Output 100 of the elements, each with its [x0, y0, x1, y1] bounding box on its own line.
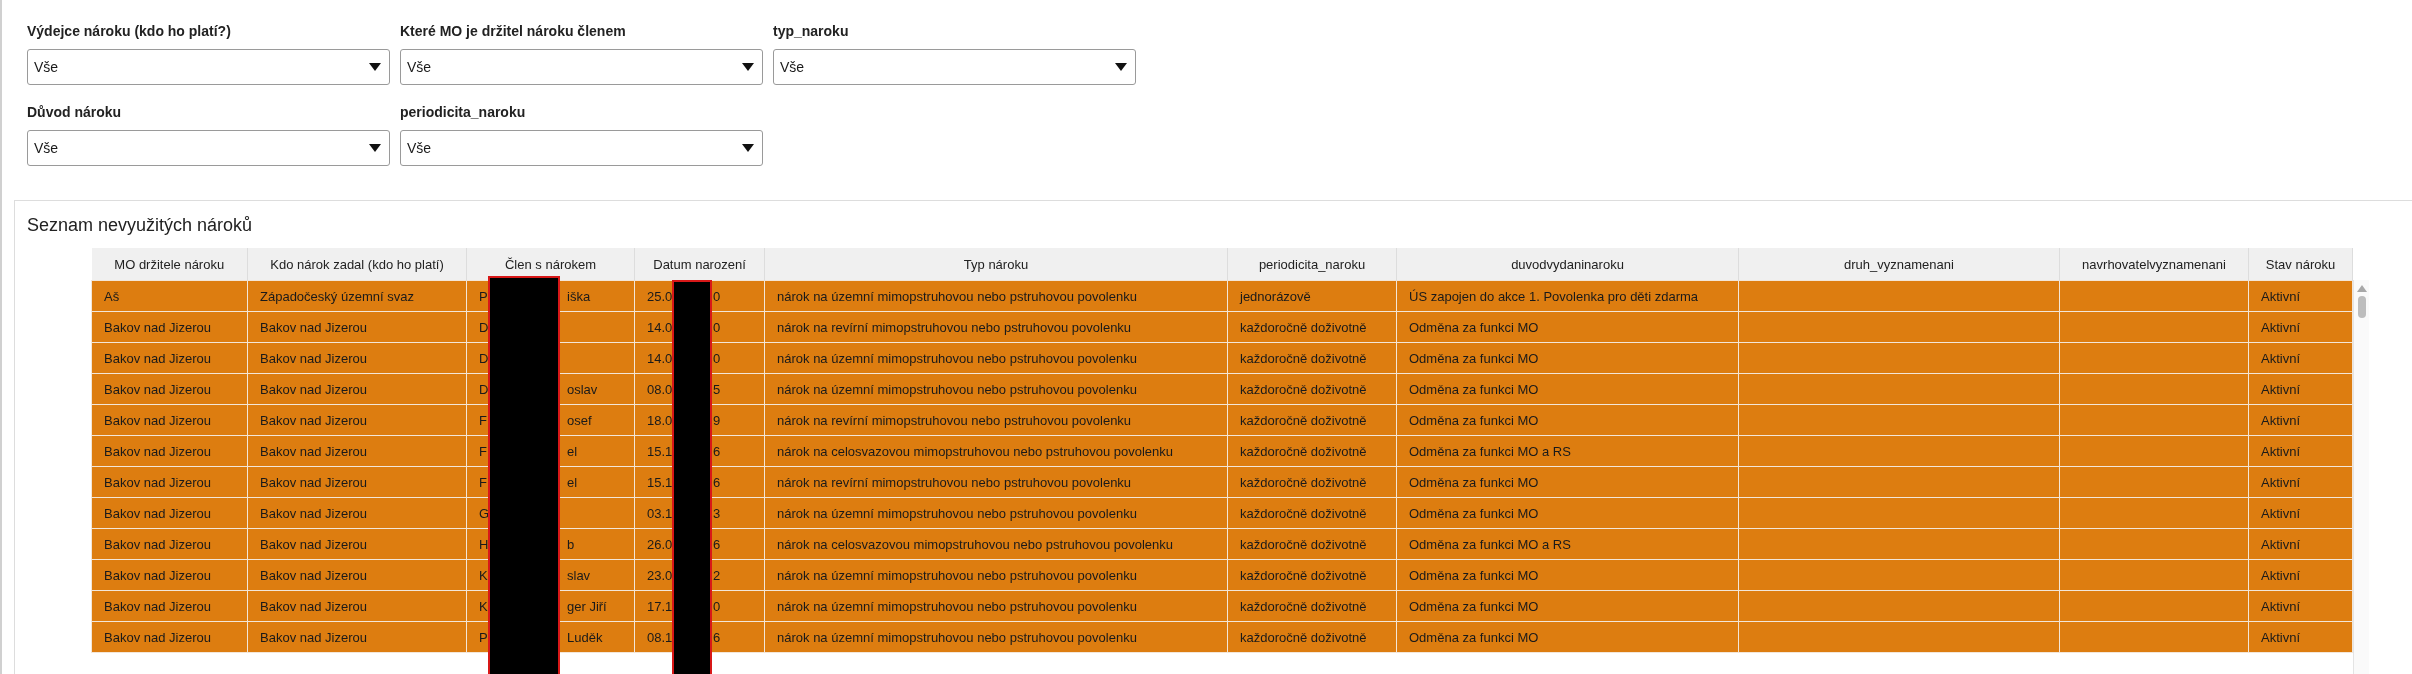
table-cell: Aš: [91, 280, 248, 312]
table-cell: nárok na územní mimopstruhovou nebo pstruhovou povolenku: [764, 342, 1228, 374]
table-cell: Bakov nad Jizerou: [247, 466, 467, 498]
table-cell: Západočeský územní svaz: [247, 280, 467, 312]
cell-text: H: [479, 536, 489, 552]
scrollbar-thumb[interactable]: [2357, 296, 2366, 318]
table-cell: Bakov nad Jizerou: [91, 466, 248, 498]
column-header[interactable]: navrhovatelvyznamenani: [2059, 248, 2249, 281]
caret-icon: [742, 63, 754, 71]
table-cell: Bakov nad Jizerou: [247, 497, 467, 529]
table-cell: nárok na celosvazovou mimopstruhovou nebo pstruhovou povolenku: [764, 528, 1228, 560]
table-cell: Bakov nad Jizerou: [91, 342, 248, 374]
table-cell: Aktivní: [2248, 497, 2353, 529]
table-cell: každoročně doživotně: [1227, 404, 1397, 436]
cell-text: 25.0: [647, 288, 673, 304]
scrollbar[interactable]: [2353, 280, 2369, 674]
cell-text: D: [479, 381, 489, 397]
table-cell: Bakov nad Jizerou: [247, 342, 467, 374]
cell-text: F: [479, 474, 487, 490]
table-cell: Odměna za funkci MO: [1396, 621, 1739, 653]
table-cell: každoročně doživotně: [1227, 621, 1397, 653]
cell-text: D: [479, 319, 489, 335]
table-cell: ÚS zapojen do akce 1. Povolenka pro děti zdarma: [1396, 280, 1739, 312]
filter-label: Které MO je držitel nároku členem: [400, 23, 627, 39]
caret-icon: [742, 144, 754, 152]
cell-text: F: [479, 412, 487, 428]
cell-text: 6: [713, 444, 721, 459]
table-cell: Odměna za funkci MO: [1396, 404, 1739, 436]
scroll-up-icon[interactable]: [2356, 284, 2367, 292]
filter-dropdown[interactable]: Vše: [27, 130, 390, 166]
cell-text: D: [479, 350, 489, 366]
table-cell: Bakov nad Jizerou: [91, 559, 248, 591]
cell-text: 14.0: [647, 350, 673, 366]
cell-text: 15.1: [647, 474, 673, 490]
table-cell: Bakov nad Jizerou: [91, 497, 248, 529]
cell-text: 08.0: [647, 381, 673, 397]
cell-text: K: [479, 567, 488, 583]
cell-text: oslav: [567, 382, 598, 397]
cell-text: osef: [567, 413, 592, 428]
column-header[interactable]: druh_vyznamenani: [1738, 248, 2060, 281]
table-cell: každoročně doživotně: [1227, 435, 1397, 467]
table-cell: nárok na územní mimopstruhovou nebo pstruhovou povolenku: [764, 280, 1228, 312]
filter-dropdown[interactable]: Vše: [773, 49, 1136, 85]
table-cell: nárok na celosvazovou mimopstruhovou nebo pstruhovou povolenku: [764, 435, 1228, 467]
table-cell: Bakov nad Jizerou: [91, 435, 248, 467]
cell-text: P: [479, 629, 488, 645]
table-cell: Aktivní: [2248, 404, 2353, 436]
column-header[interactable]: Datum narození: [634, 248, 765, 281]
caret-icon: [369, 144, 381, 152]
filter-label: periodicita_naroku: [400, 104, 527, 120]
table-cell: každoročně doživotně: [1227, 466, 1397, 498]
table-cell: Bakov nad Jizerou: [247, 590, 467, 622]
column-header[interactable]: periodicita_naroku: [1227, 248, 1397, 281]
cell-text: P: [479, 288, 488, 304]
cell-text: ger Jiří: [567, 599, 607, 614]
table-cell: jednorázově: [1227, 280, 1397, 312]
table-cell: každoročně doživotně: [1227, 497, 1397, 529]
table-cell: Bakov nad Jizerou: [91, 311, 248, 343]
cell-text: iška: [567, 289, 591, 304]
table-cell: nárok na územní mimopstruhovou nebo pstruhovou povolenku: [764, 497, 1228, 529]
table-cell: Bakov nad Jizerou: [247, 559, 467, 591]
table-cell: Odměna za funkci MO a RS: [1396, 528, 1739, 560]
cell-text: el: [567, 475, 578, 490]
cell-text: 6: [713, 630, 721, 645]
cell-text: 0: [713, 599, 721, 614]
table-cell: Bakov nad Jizerou: [91, 404, 248, 436]
column-header[interactable]: Kdo nárok zadal (kdo ho platí): [247, 248, 467, 281]
table-cell: Bakov nad Jizerou: [247, 528, 467, 560]
table-cell: Aktivní: [2248, 590, 2353, 622]
filter-dropdown[interactable]: Vše: [400, 49, 763, 85]
table-cell: Odměna za funkci MO: [1396, 497, 1739, 529]
table-cell: Odměna za funkci MO: [1396, 466, 1739, 498]
column-header[interactable]: Člen s nárokem: [466, 248, 635, 281]
table-cell: Aktivní: [2248, 528, 2353, 560]
table-cell: Odměna za funkci MO: [1396, 342, 1739, 374]
filter-label: Důvod nároku: [27, 104, 123, 120]
cell-text: 5: [713, 382, 721, 397]
cell-text: 0: [713, 289, 721, 304]
table-cell: nárok na revírní mimopstruhovou nebo pstruhovou povolenku: [764, 311, 1228, 343]
table-cell: Aktivní: [2248, 342, 2353, 374]
column-header[interactable]: duvodvydaninaroku: [1396, 248, 1739, 281]
filter-label: Výdejce nároku (kdo ho platí?): [27, 23, 232, 39]
column-header[interactable]: MO držitele nároku: [91, 248, 248, 281]
table-cell: nárok na územní mimopstruhovou nebo pstruhovou povolenku: [764, 590, 1228, 622]
table-cell: Bakov nad Jizerou: [247, 373, 467, 405]
column-header[interactable]: Stav nároku: [2248, 248, 2353, 281]
cell-text: Luděk: [567, 630, 603, 645]
cell-text: b: [567, 537, 575, 552]
table-cell: Aktivní: [2248, 280, 2353, 312]
cell-text: slav: [567, 568, 591, 583]
table-cell: nárok na územní mimopstruhovou nebo pstruhovou povolenku: [764, 621, 1228, 653]
filter-dropdown[interactable]: Vše: [400, 130, 763, 166]
column-header[interactable]: Typ nároku: [764, 248, 1228, 281]
cell-text: K: [479, 598, 488, 614]
filter-dropdown[interactable]: Vše: [27, 49, 390, 85]
table-cell: nárok na revírní mimopstruhovou nebo pstruhovou povolenku: [764, 466, 1228, 498]
table-cell: každoročně doživotně: [1227, 311, 1397, 343]
cell-text: 26.0: [647, 536, 673, 552]
table-cell: Aktivní: [2248, 373, 2353, 405]
cell-text: 6: [713, 537, 721, 552]
